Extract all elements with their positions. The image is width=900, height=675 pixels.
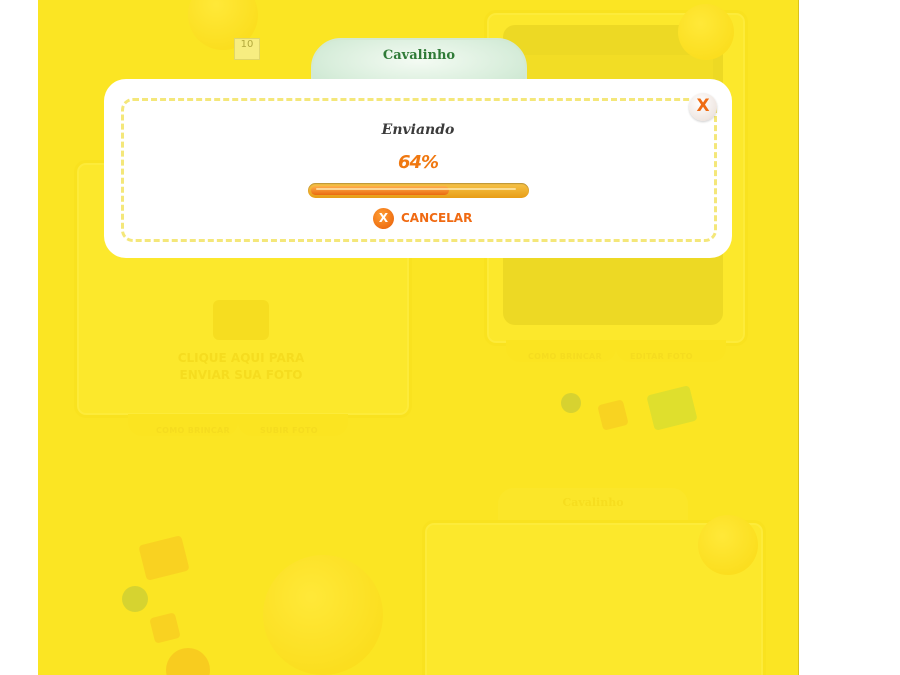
orange-cube-icon bbox=[149, 612, 181, 644]
sun-mascot-corner-icon bbox=[678, 4, 734, 60]
sun-mascot-large-icon bbox=[263, 555, 383, 675]
calendar-badge: 10 bbox=[234, 38, 260, 60]
orange-cube-icon bbox=[597, 399, 629, 431]
green-ball-icon bbox=[122, 586, 148, 612]
puzzle-tab-how-to-play-label: COMO BRINCAR bbox=[528, 352, 602, 361]
photo-upload-hint: CLIQUE AQUI PARA ENVIAR SUA FOTO bbox=[166, 350, 316, 384]
progress-shine bbox=[316, 188, 516, 190]
cancel-label: CANCELAR bbox=[401, 211, 473, 225]
photo-tab-upload-label: SUBIR FOTO bbox=[260, 426, 318, 435]
camera-icon bbox=[213, 300, 269, 340]
green-cube-icon bbox=[646, 385, 698, 431]
puzzle-tab-edit-photo-label: EDITAR FOTO bbox=[630, 352, 693, 361]
orange-cube-icon bbox=[138, 535, 190, 581]
photo-tab-how-to-play-label: COMO BRINCAR bbox=[156, 426, 230, 435]
photo-upload-hint-line1: CLIQUE AQUI PARA bbox=[177, 351, 305, 365]
upload-status-text: Enviando bbox=[381, 122, 455, 138]
green-ball-icon bbox=[561, 393, 581, 413]
sun-mascot-bottom-icon bbox=[698, 515, 758, 575]
progress-bar bbox=[308, 183, 529, 198]
close-icon: X bbox=[696, 96, 710, 116]
bottom-card-title: Cavalinho bbox=[562, 496, 624, 509]
close-button[interactable]: X bbox=[689, 93, 717, 121]
orange-ball-icon bbox=[166, 648, 210, 675]
dialog-title: Cavalinho bbox=[382, 48, 456, 63]
progress-percent: 64% bbox=[397, 152, 439, 173]
photo-upload-hint-line2: ENVIAR SUA FOTO bbox=[179, 368, 303, 382]
cancel-icon: X bbox=[373, 208, 394, 229]
